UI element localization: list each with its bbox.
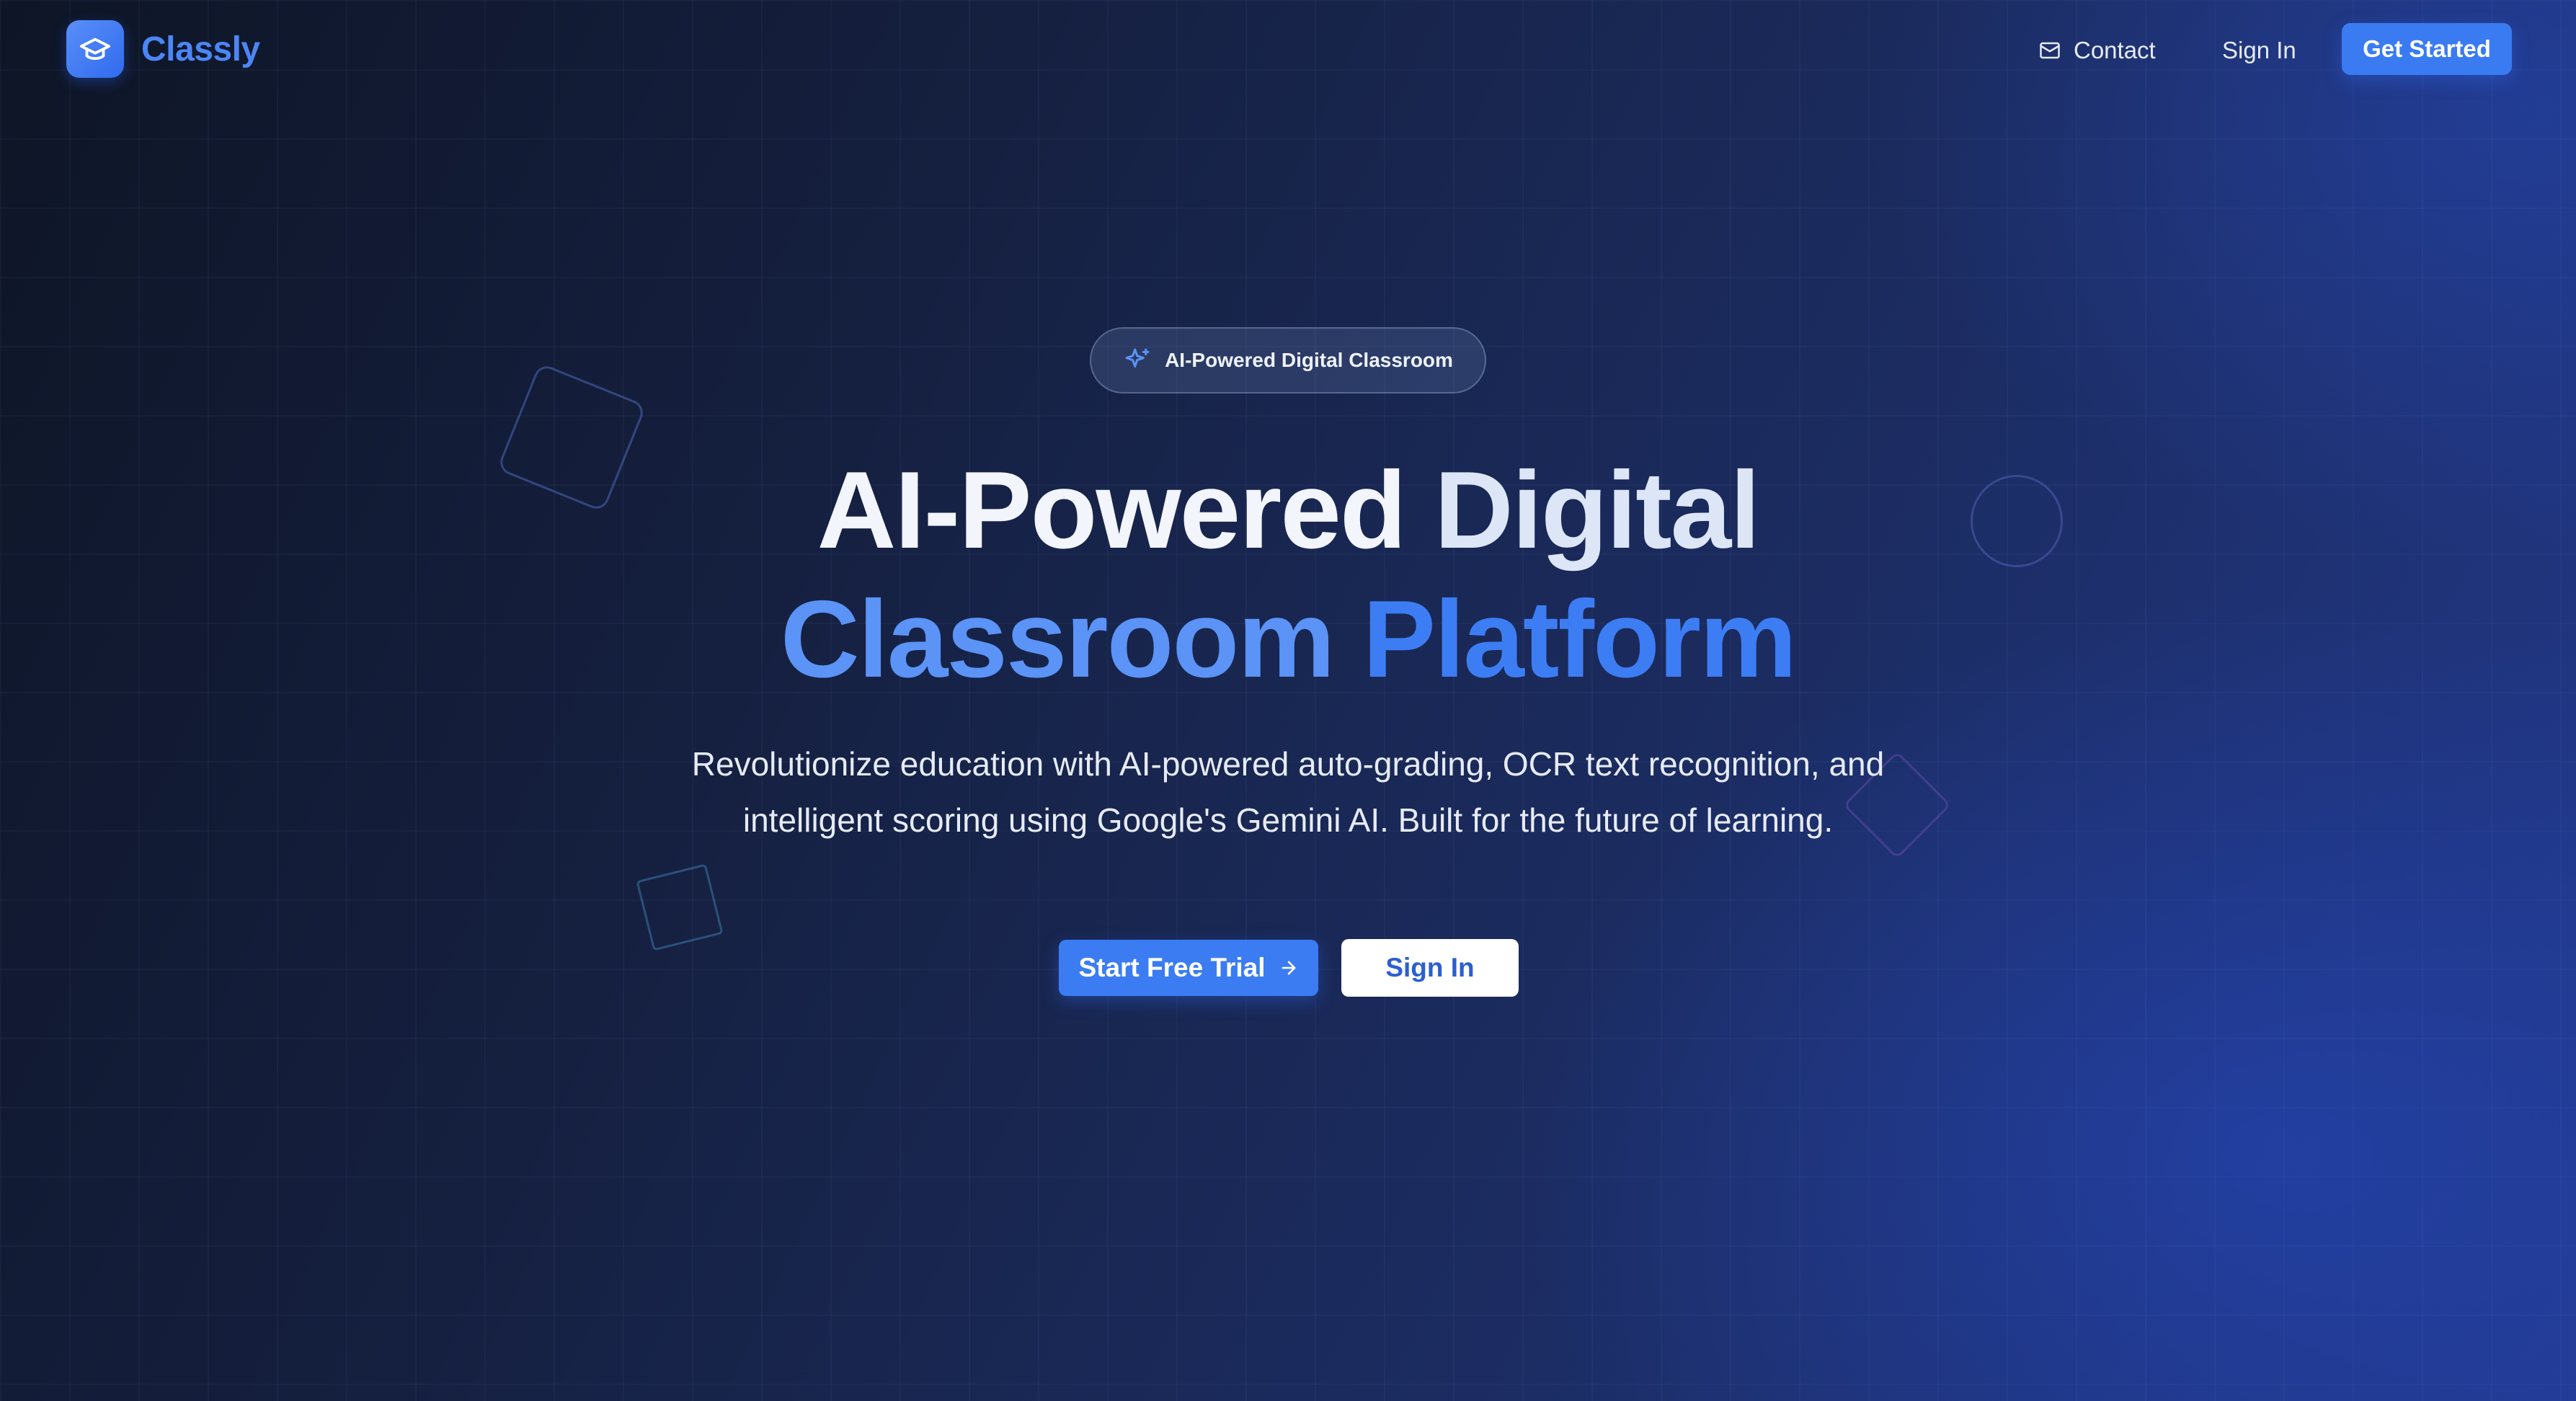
hero-sign-in-button[interactable]: Sign In — [1341, 939, 1519, 997]
landing-page: Classly Contact Sign In Get Started AI-P… — [0, 0, 2576, 1401]
hero-subtitle-line: Revolutionize education with AI-powered … — [691, 745, 1885, 783]
hero-subtitle: Revolutionize education with AI-powered … — [0, 736, 2576, 848]
hero-title-highlight: Platform — [1362, 578, 1798, 700]
arrow-right-icon — [1282, 961, 1295, 975]
hero-subtitle-line: intelligent scoring using Google's Gemin… — [742, 801, 1834, 839]
get-started-button[interactable]: Get Started — [2342, 23, 2512, 75]
header-sign-in-link[interactable]: Sign In — [2222, 35, 2296, 66]
hero-title-line2: Classroom Platform — [0, 574, 2576, 704]
contact-label: Contact — [2074, 37, 2156, 63]
header-sign-in-label: Sign In — [2222, 37, 2296, 63]
brand-name: Classly — [141, 30, 260, 68]
get-started-label: Get Started — [2363, 35, 2491, 62]
hero-title-line1: AI-Powered Digital — [0, 445, 2576, 575]
hero-badge-label: AI-Powered Digital Classroom — [1165, 349, 1453, 371]
hero-badge: AI-Powered Digital Classroom — [1090, 327, 1486, 393]
hero-title-word: Digital — [1434, 449, 1760, 571]
contact-link[interactable]: Contact — [2039, 35, 2156, 66]
start-free-trial-button[interactable]: Start Free Trial — [1059, 940, 1318, 996]
sparkles-icon — [1125, 348, 1150, 368]
brand-logo[interactable]: Classly — [66, 20, 260, 78]
hero-title-word: AI-Powered — [817, 449, 1407, 571]
mail-icon — [2040, 42, 2060, 59]
hero-title-highlight: Classroom — [780, 578, 1336, 700]
graduation-cap-icon — [66, 20, 124, 78]
hero-sign-in-label: Sign In — [1385, 953, 1475, 982]
start-free-trial-label: Start Free Trial — [1078, 953, 1266, 982]
